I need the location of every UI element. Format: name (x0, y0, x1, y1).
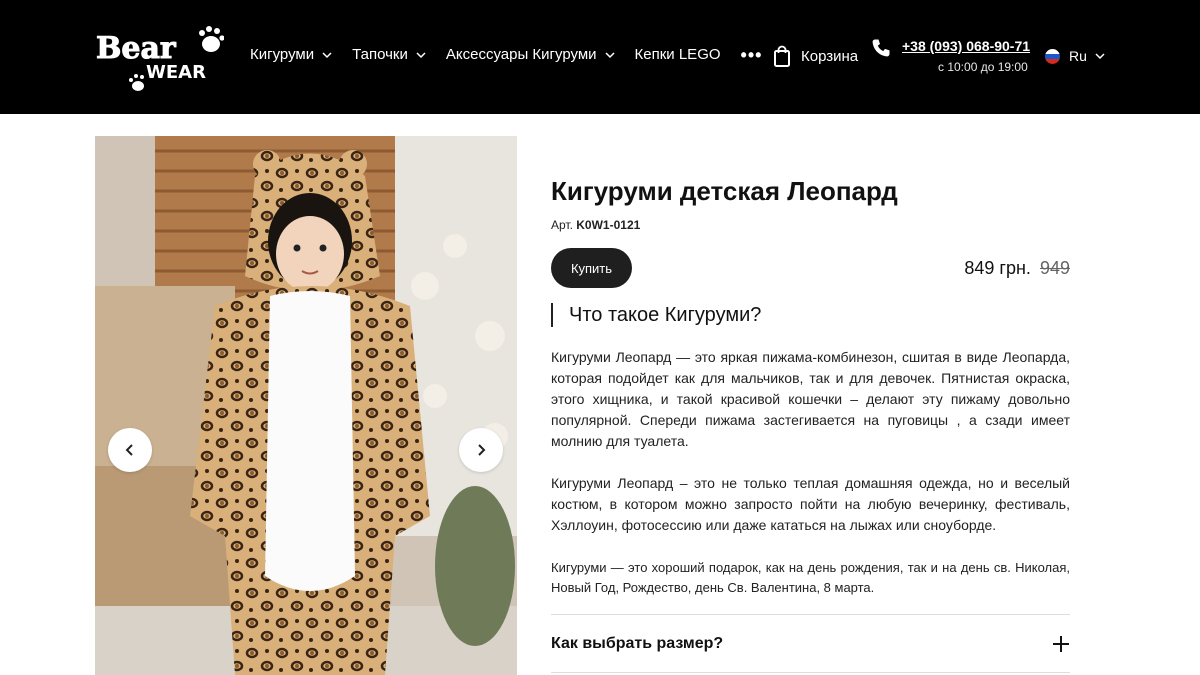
nav-item-label: Аксессуары Кигуруми (445, 46, 597, 63)
chevron-down-icon (322, 51, 332, 58)
nav-item-label: Тапочки (352, 46, 408, 63)
working-hours: с 10:00 до 19:00 (938, 60, 1028, 74)
size-guide-accordion[interactable]: Как выбрать размер? (551, 630, 1070, 658)
nav-item-label: Кигуруми (250, 46, 315, 63)
product-sku: Арт. K0W1-0121 (551, 218, 640, 232)
cart-button[interactable]: Корзина (773, 45, 858, 67)
nav-item-lego-caps[interactable]: Кепки LEGO (635, 46, 721, 63)
logo-text-bear: Bear (96, 31, 177, 66)
chevron-down-icon (416, 51, 426, 58)
product-price: 849 грн. 949 (964, 258, 1070, 279)
nav-item-label: Кепки LEGO (634, 46, 721, 63)
language-label: Ru (1069, 48, 1087, 64)
cart-label: Корзина (801, 47, 859, 65)
sku-value: K0W1-0121 (576, 218, 641, 232)
russian-flag-icon (1045, 48, 1060, 64)
nav-item-slippers[interactable]: Тапочки (352, 46, 426, 63)
chevron-left-icon (125, 444, 133, 456)
site-header: Bear WEAR Кигуруми Тапочки Аксессуары Ки… (0, 0, 1200, 114)
product-gallery (95, 136, 517, 675)
main-nav: Кигуруми Тапочки Аксессуары Кигуруми Кеп… (250, 46, 782, 64)
product-photo[interactable] (95, 136, 517, 675)
old-price: 949 (1039, 258, 1070, 278)
language-selector[interactable]: Ru (1045, 48, 1105, 64)
section-title: Что такое Кигуруми? (551, 303, 761, 327)
gallery-prev-button[interactable] (108, 428, 152, 472)
chevron-down-icon (605, 51, 615, 58)
nav-item-accessories[interactable]: Аксессуары Кигуруми (446, 46, 615, 63)
chevron-down-icon (1095, 53, 1105, 60)
chevron-right-icon (478, 444, 486, 456)
more-menu-button[interactable]: ••• (741, 46, 763, 64)
description-paragraph: Кигуруми Леопард – это не только теплая … (551, 475, 1070, 533)
divider (551, 672, 1070, 673)
sku-label: Арт. (551, 218, 573, 232)
product-title: Кигуруми детская Леопард (551, 176, 898, 206)
nav-item-kigurumi[interactable]: Кигуруми (250, 46, 332, 63)
bearwear-logo[interactable]: Bear WEAR (94, 20, 224, 96)
divider (551, 614, 1070, 615)
plus-icon (1053, 636, 1069, 652)
phone-link[interactable]: +38 (093) 068-90-71 (902, 38, 1030, 54)
gallery-next-button[interactable] (459, 428, 503, 472)
current-price: 849 грн. (964, 258, 1031, 278)
accordion-label: Как выбрать размер? (551, 635, 724, 652)
shopping-bag-icon (774, 45, 790, 67)
phone-icon (872, 39, 890, 57)
description-paragraph: Кигуруми Леопард — это яркая пижама-комб… (551, 349, 1070, 449)
buy-button[interactable]: Купить (551, 248, 632, 288)
logo-text-wear: WEAR (146, 62, 206, 83)
description-paragraph: Кигуруми — это хороший подарок, как на д… (551, 560, 1070, 595)
